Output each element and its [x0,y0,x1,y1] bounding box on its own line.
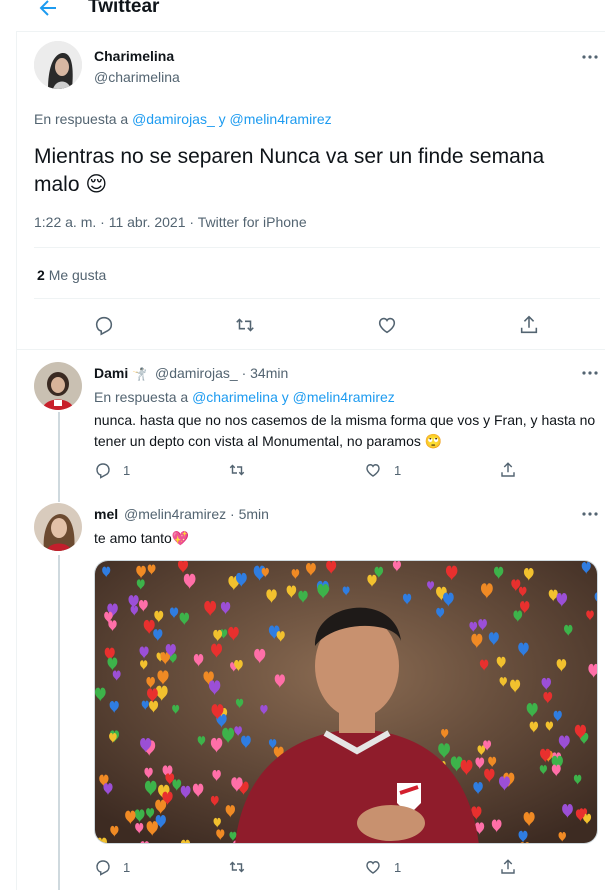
reply-count: 1 [123,860,131,875]
page-title: Twittear [88,0,160,17]
avatar[interactable] [34,503,82,551]
divider [34,247,600,248]
author-name[interactable]: Dami 🤺 [94,365,147,381]
like-count: 1 [394,463,402,478]
author-handle-time[interactable]: @damirojas_ · 34min [155,365,288,381]
reply-and: y [218,111,226,127]
likes-summary[interactable]: 2 Me gusta [37,267,106,283]
mention-link-damirojas[interactable]: @damirojas_ [132,111,215,127]
share-icon[interactable] [518,314,540,336]
like-icon[interactable] [364,858,382,876]
header: Twittear [16,0,605,32]
share-icon[interactable] [499,858,517,876]
mention-link-melin4ramirez[interactable]: @melin4ramirez [230,111,332,127]
reply-prefix: En respuesta a [34,111,129,127]
avatar[interactable] [34,362,82,410]
reply-count: 1 [123,463,131,478]
reply-icon[interactable] [94,461,112,479]
like-icon[interactable] [364,461,382,479]
thread-line [58,412,60,502]
retweet-icon[interactable] [228,461,246,479]
reply-prefix: En respuesta a [94,389,189,405]
back-arrow-icon[interactable] [36,0,60,20]
tweet-meta[interactable]: 1:22 a. m. · 11 abr. 2021 · Twitter for … [34,214,307,230]
reply-text: nunca. hasta que no nos casemos de la mi… [94,412,596,449]
author-handle[interactable]: @charimelina [94,69,180,85]
reply-icon[interactable] [93,314,115,336]
like-icon[interactable] [376,314,398,336]
retweet-icon[interactable] [234,314,256,336]
tweet-text: Mientras no se separen Nunca va ser un f… [34,145,545,196]
author-name[interactable]: Charimelina [94,48,174,64]
more-icon[interactable] [580,47,600,67]
fencing-emoji-icon: 🤺 [132,367,148,381]
author-handle-time[interactable]: @melin4ramirez · 5min [124,506,269,522]
reply-context: En respuesta a @charimelina y @melin4ram… [94,389,395,405]
thread-line [58,555,60,890]
like-count: 1 [394,860,402,875]
reply-text: te amo tanto💖 [94,530,190,546]
divider [34,298,600,299]
author-name[interactable]: mel [94,506,118,522]
more-icon[interactable] [580,504,600,524]
share-icon[interactable] [499,461,517,479]
more-icon[interactable] [580,363,600,383]
mention-links[interactable]: @charimelina y @melin4ramirez [192,389,395,405]
divider [16,349,605,350]
reply-context: En respuesta a @damirojas_ y @melin4rami… [34,111,332,127]
likes-label: Me gusta [48,267,107,283]
media-image[interactable] [94,560,598,844]
retweet-icon[interactable] [228,858,246,876]
reply-icon[interactable] [94,858,112,876]
avatar[interactable] [34,41,82,89]
likes-count: 2 [37,267,45,283]
author-name-text: Dami [94,365,129,381]
